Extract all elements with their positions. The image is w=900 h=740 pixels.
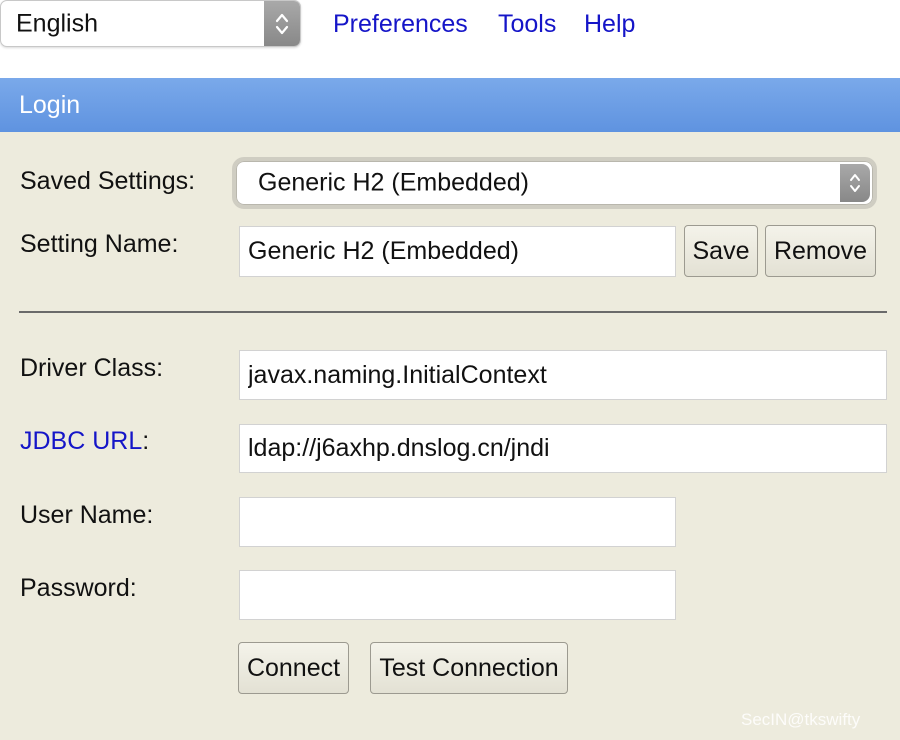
form-divider xyxy=(19,311,887,313)
menu-link-tools[interactable]: Tools xyxy=(498,10,556,39)
menu-link-preferences[interactable]: Preferences xyxy=(333,10,468,39)
driver-class-label: Driver Class: xyxy=(20,354,164,382)
driver-class-input[interactable] xyxy=(239,350,887,400)
jdbc-url-input[interactable] xyxy=(239,424,887,473)
connect-button[interactable]: Connect xyxy=(238,642,349,694)
language-select-value: English xyxy=(16,9,98,37)
jdbc-url-help-link[interactable]: JDBC URL xyxy=(20,427,142,455)
watermark: SecIN@tkswifty xyxy=(741,710,861,729)
language-select[interactable]: English xyxy=(0,0,301,47)
login-header-bar: Login xyxy=(0,78,900,132)
setting-name-label: Setting Name: xyxy=(20,230,179,258)
saved-settings-label: Saved Settings: xyxy=(20,167,196,195)
remove-button[interactable]: Remove xyxy=(765,225,876,277)
up-down-chevron-icon xyxy=(840,164,870,202)
test-connection-button[interactable]: Test Connection xyxy=(370,642,568,694)
saved-settings-select-value: Generic H2 (Embedded) xyxy=(258,168,529,197)
menu-link-help[interactable]: Help xyxy=(584,10,635,39)
saved-settings-select[interactable]: Generic H2 (Embedded) xyxy=(232,157,877,209)
jdbc-url-label-colon: : xyxy=(142,427,150,455)
jdbc-url-label: JDBC URL: xyxy=(20,427,149,456)
password-label: Password: xyxy=(20,574,137,602)
login-title: Login xyxy=(19,91,81,119)
user-name-label: User Name: xyxy=(20,501,154,529)
up-down-chevron-icon xyxy=(264,1,300,46)
setting-name-input[interactable] xyxy=(239,226,676,277)
top-bar: English Preferences Tools Help xyxy=(0,0,900,78)
save-button[interactable]: Save xyxy=(684,225,758,277)
user-name-input[interactable] xyxy=(239,497,676,547)
password-input[interactable] xyxy=(239,570,676,620)
